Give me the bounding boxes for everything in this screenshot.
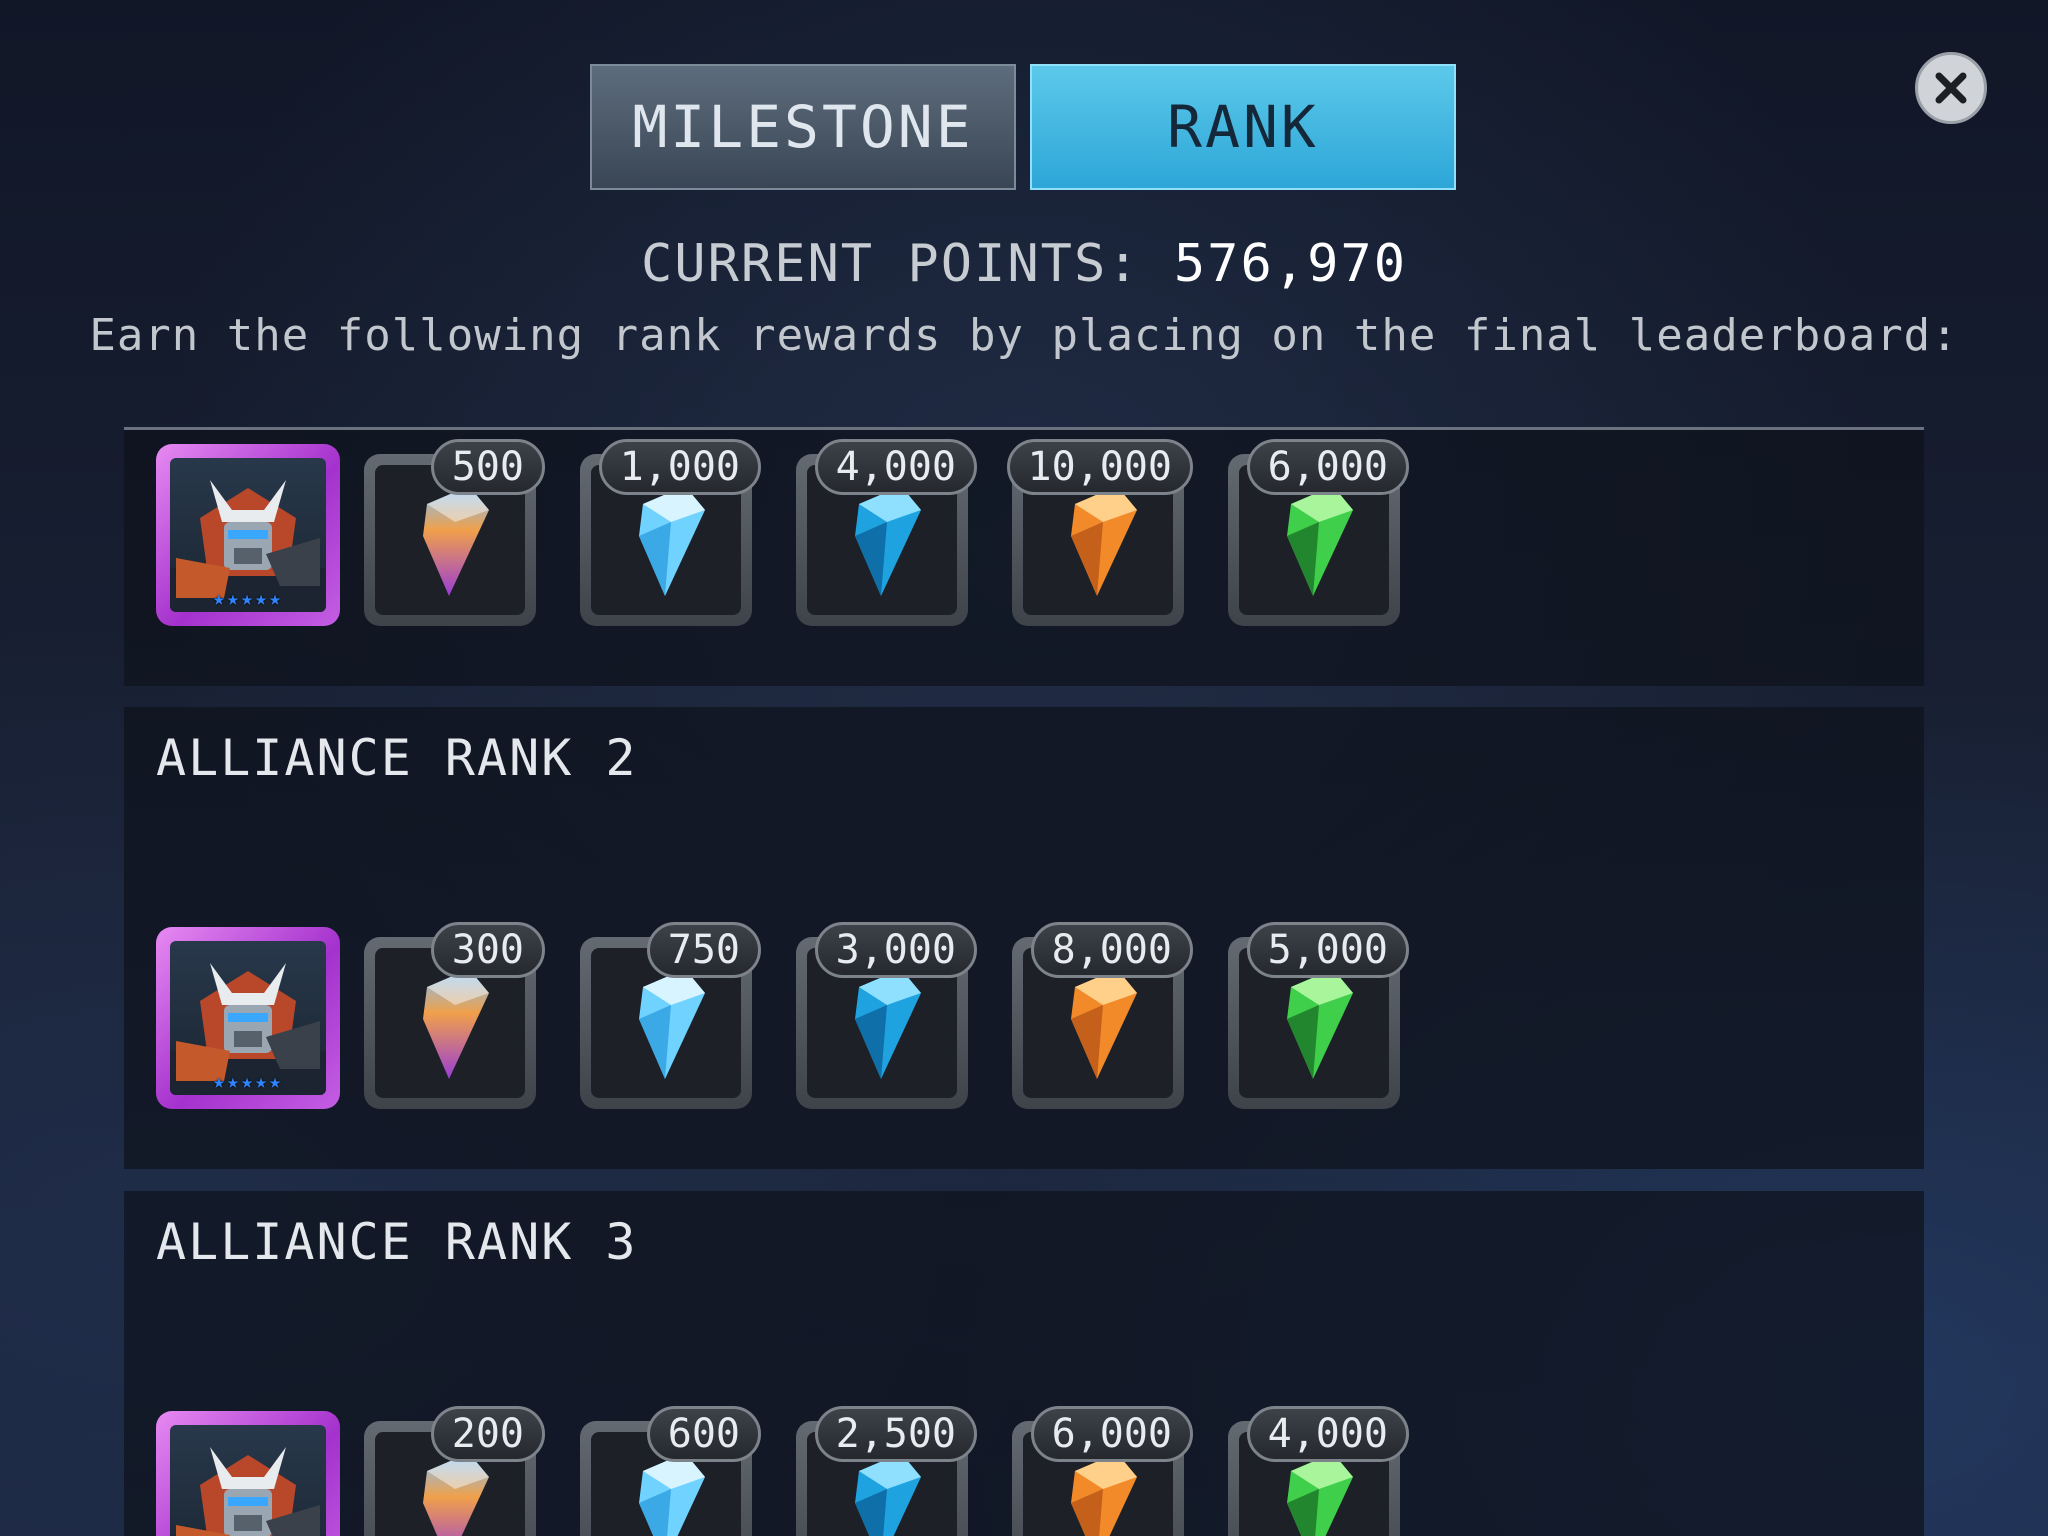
robot-portrait-icon (170, 1447, 326, 1536)
reward-amount-badge: 10,000 (1006, 439, 1193, 495)
hero-star-rating: ★★★★★ (212, 586, 284, 610)
rank-section-2: ALLIANCE RANK 2 ★★★★★ 300 750 3,000 8,00… (124, 707, 1924, 1169)
hero-portrait: ★★★★★ (170, 941, 326, 1095)
reward-row: ★★★★★ 500 1,000 4,000 10,000 6,000 (156, 439, 1456, 634)
hero-portrait: ★★★★★ (170, 1425, 326, 1536)
rank-section-1: ★★★★★ 500 1,000 4,000 10,000 6,000 (124, 430, 1924, 686)
reward-item[interactable]: 6,000 (1012, 1406, 1193, 1536)
tab-rank[interactable]: RANK (1030, 64, 1456, 190)
reward-item[interactable]: 300 (364, 922, 545, 1109)
green-crystal-icon (1287, 969, 1353, 1079)
reward-row: ★★★★★ 200 (156, 1406, 1456, 1536)
reward-item[interactable]: 4,000 (796, 439, 977, 626)
reward-item[interactable]: 5,000 (1228, 922, 1409, 1109)
rank-reward-list[interactable]: ★★★★★ 500 1,000 4,000 10,000 6,000 ALLIA… (0, 430, 2048, 1536)
ice-crystal-icon (639, 486, 705, 596)
reward-amount-badge: 2,500 (814, 1406, 977, 1462)
orange-crystal-icon (1071, 486, 1137, 596)
reward-item[interactable]: 10,000 (1006, 439, 1193, 626)
rainbow-crystal-icon (423, 969, 489, 1079)
points-value: 576,970 (1173, 234, 1408, 294)
orange-crystal-icon (1071, 969, 1137, 1079)
reward-amount-badge: 6,000 (1246, 439, 1409, 495)
reward-item[interactable]: 2,500 (796, 1406, 977, 1536)
tab-milestone[interactable]: MILESTONE (590, 64, 1016, 190)
reward-amount-badge: 5,000 (1246, 922, 1409, 978)
blue-crystal-icon (855, 969, 921, 1079)
reward-amount-badge: 4,000 (814, 439, 977, 495)
green-crystal-icon (1287, 486, 1353, 596)
reward-item[interactable]: 6,000 (1228, 439, 1409, 626)
reward-item[interactable]: 8,000 (1012, 922, 1193, 1109)
reward-item[interactable]: 500 (364, 439, 545, 626)
reward-item[interactable]: 1,000 (580, 439, 761, 626)
close-icon (1935, 72, 1967, 104)
rank-section-3: ALLIANCE RANK 3 200 600 2,500 6,000 4,00… (124, 1191, 1924, 1536)
points-label: CURRENT POINTS: (640, 234, 1141, 294)
current-points: CURRENT POINTS: 576,970 (0, 234, 2048, 294)
rewards-subtitle: Earn the following rank rewards by placi… (89, 310, 1959, 361)
close-button[interactable] (1915, 52, 1987, 124)
reward-row: ★★★★★ 300 750 3,000 8,000 5,000 (156, 922, 1456, 1117)
reward-item[interactable]: 4,000 (1228, 1406, 1409, 1536)
hero-star-rating: ★★★★★ (212, 1069, 284, 1093)
rank-title: ALLIANCE RANK 2 (156, 729, 638, 787)
rank-title: ALLIANCE RANK 3 (156, 1213, 638, 1271)
reward-amount-badge: 3,000 (814, 922, 977, 978)
reward-amount-badge: 300 (430, 922, 545, 978)
rank-rewards-screen: MILESTONE RANK CURRENT POINTS: 576,970 E… (0, 0, 2048, 1536)
reward-amount-badge: 1,000 (598, 439, 761, 495)
reward-amount-badge: 8,000 (1030, 922, 1193, 978)
reward-amount-badge: 200 (430, 1406, 545, 1462)
reward-item[interactable]: 750 (580, 922, 761, 1109)
reward-amount-badge: 6,000 (1030, 1406, 1193, 1462)
reward-amount-badge: 500 (430, 439, 545, 495)
reward-amount-badge: 4,000 (1246, 1406, 1409, 1462)
hero-reward[interactable]: ★★★★★ (156, 927, 340, 1109)
hero-reward[interactable]: ★★★★★ (156, 1411, 340, 1536)
reward-item[interactable]: 600 (580, 1406, 761, 1536)
ice-crystal-icon (639, 969, 705, 1079)
rainbow-crystal-icon (423, 486, 489, 596)
hero-portrait: ★★★★★ (170, 458, 326, 612)
reward-item[interactable]: 3,000 (796, 922, 977, 1109)
blue-crystal-icon (855, 486, 921, 596)
hero-reward[interactable]: ★★★★★ (156, 444, 340, 626)
reward-amount-badge: 600 (646, 1406, 761, 1462)
reward-item[interactable]: 200 (364, 1406, 545, 1536)
reward-amount-badge: 750 (646, 922, 761, 978)
